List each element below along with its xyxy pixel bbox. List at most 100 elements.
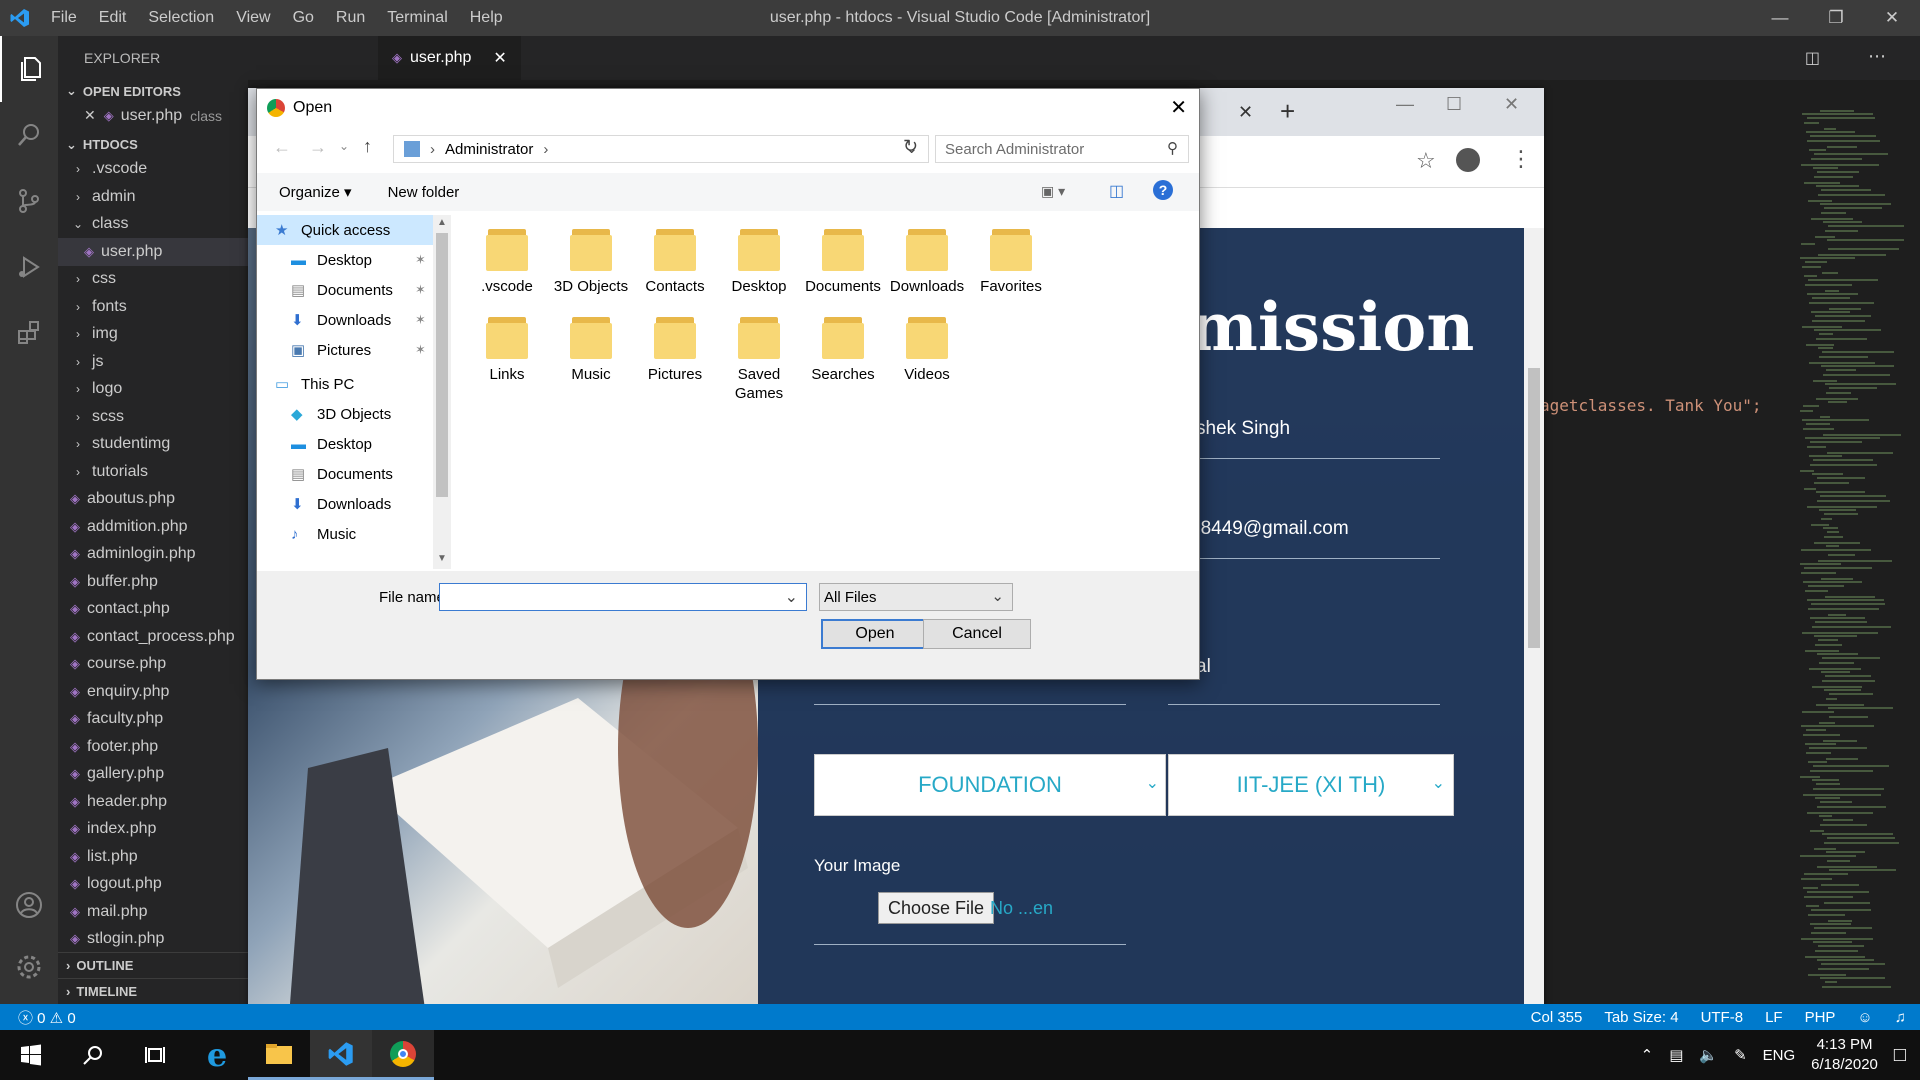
extensions-icon[interactable] xyxy=(0,300,58,366)
up-arrow-icon[interactable]: ↑ xyxy=(363,136,372,157)
minimize-icon[interactable]: — xyxy=(1752,0,1808,36)
tree-item[interactable]: › admin xyxy=(58,183,248,211)
menu-file[interactable]: File xyxy=(40,9,88,27)
close-tab-icon[interactable]: ✕ xyxy=(1238,102,1253,123)
settings-gear-icon[interactable] xyxy=(0,934,58,1000)
close-icon[interactable]: ✕ xyxy=(1170,95,1187,120)
tree-item[interactable]: › js xyxy=(58,348,248,376)
nav-item[interactable]: ⬇ Downloads ✶ xyxy=(257,305,437,335)
tree-item[interactable]: ◈ adminlogin.php xyxy=(58,541,248,569)
nav-item[interactable]: ▭ This PC xyxy=(257,369,437,399)
new-tab-icon[interactable]: + xyxy=(1280,96,1295,127)
nav-item[interactable]: ★ Quick access xyxy=(257,215,437,245)
folder-item[interactable]: Pictures xyxy=(633,313,717,384)
recent-locations-icon[interactable]: ⌄ xyxy=(339,139,349,153)
nav-item[interactable]: ♪ Music xyxy=(257,519,437,549)
nav-item[interactable]: ▤ Documents ✶ xyxy=(257,275,437,305)
close-icon[interactable]: ✕ xyxy=(1864,0,1920,36)
tree-item[interactable]: ◈ header.php xyxy=(58,788,248,816)
scroll-down-icon[interactable]: ▼ xyxy=(437,553,447,564)
tree-item[interactable]: ◈ course.php xyxy=(58,651,248,679)
status-item[interactable]: Col 355 xyxy=(1531,1009,1583,1026)
close-icon[interactable]: ✕ xyxy=(493,48,506,68)
open-editors-section[interactable]: ⌄ OPEN EDITORS xyxy=(58,80,248,102)
language-indicator[interactable]: ENG xyxy=(1763,1047,1796,1064)
menu-selection[interactable]: Selection xyxy=(137,9,225,27)
scroll-up-icon[interactable]: ▲ xyxy=(437,217,447,228)
accounts-icon[interactable] xyxy=(0,872,58,938)
cancel-button[interactable]: Cancel xyxy=(923,619,1031,649)
folder-item[interactable]: Desktop xyxy=(717,225,801,296)
file-name-input[interactable]: ⌄ xyxy=(439,583,807,611)
status-item[interactable]: UTF-8 xyxy=(1701,1009,1744,1026)
outline-section[interactable]: › OUTLINE xyxy=(58,952,248,978)
folder-item[interactable]: 3D Objects xyxy=(549,225,633,296)
address-breadcrumb[interactable]: Administrator xyxy=(445,141,533,158)
name-field-value[interactable]: shek Singh xyxy=(1196,418,1290,440)
tree-item[interactable]: › css xyxy=(58,266,248,294)
new-folder-button[interactable]: New folder xyxy=(388,184,460,201)
source-control-icon[interactable] xyxy=(0,168,58,234)
volume-muted-icon[interactable]: 🔈 xyxy=(1699,1046,1718,1064)
choose-file-button[interactable]: Choose File xyxy=(878,892,995,924)
tree-item[interactable]: › fonts xyxy=(58,293,248,321)
tree-item[interactable]: ◈ aboutus.php xyxy=(58,486,248,514)
nav-scrollbar[interactable]: ▲ ▼ xyxy=(433,215,451,569)
search-input[interactable]: Search Administrator ⚲ xyxy=(935,135,1189,163)
notification-bell-icon[interactable]: ♫ xyxy=(1895,1009,1906,1026)
address-bar[interactable]: › Administrator › ⌄ xyxy=(393,135,929,163)
bookmark-star-icon[interactable]: ☆ xyxy=(1416,148,1436,174)
folder-item[interactable]: Searches xyxy=(801,313,885,384)
show-hidden-icons-icon[interactable]: ⌃ xyxy=(1641,1046,1654,1064)
tree-item[interactable]: ◈ contact_process.php xyxy=(58,623,248,651)
tree-item[interactable]: ◈ addmition.php xyxy=(58,513,248,541)
scrollbar-thumb[interactable] xyxy=(1528,368,1540,648)
course-select[interactable]: FOUNDATION ⌄ xyxy=(814,754,1166,816)
nav-item[interactable]: ▬ Desktop ✶ xyxy=(257,245,437,275)
folder-item[interactable]: Documents xyxy=(801,225,885,296)
explorer-icon[interactable] xyxy=(0,36,58,102)
folder-item[interactable]: .vscode xyxy=(465,225,549,296)
chrome-taskbar-icon[interactable] xyxy=(372,1030,434,1080)
open-editor-item[interactable]: ✕ ◈ user.php class xyxy=(58,102,248,130)
minimize-icon[interactable]: — xyxy=(1396,94,1414,115)
open-button[interactable]: Open xyxy=(821,619,929,649)
tab-user-php[interactable]: ◈ user.php ✕ xyxy=(378,36,521,80)
back-arrow-icon[interactable]: ← xyxy=(273,137,291,158)
file-explorer-icon[interactable] xyxy=(248,1030,310,1080)
tree-item[interactable]: ◈ enquiry.php xyxy=(58,678,248,706)
tree-item[interactable]: ◈ footer.php xyxy=(58,733,248,761)
tree-item[interactable]: ◈ contact.php xyxy=(58,596,248,624)
menu-terminal[interactable]: Terminal xyxy=(376,9,458,27)
search-icon[interactable] xyxy=(0,102,58,168)
folder-item[interactable]: Links xyxy=(465,313,549,384)
nav-item[interactable]: ▬ Desktop xyxy=(257,429,437,459)
nav-item[interactable]: ⬇ Downloads xyxy=(257,489,437,519)
tree-item[interactable]: › studentimg xyxy=(58,431,248,459)
problems-indicator[interactable]: ⓧ 0 ⚠ 0 xyxy=(18,1007,76,1028)
minimap[interactable] xyxy=(1796,110,1920,1004)
code-fragment[interactable]: agetclasses. Tank You"; xyxy=(1540,396,1762,415)
nav-item[interactable]: ▤ Documents xyxy=(257,459,437,489)
more-actions-icon[interactable]: ⋯ xyxy=(1868,46,1886,67)
tree-item[interactable]: › img xyxy=(58,321,248,349)
tree-item[interactable]: ◈ logout.php xyxy=(58,871,248,899)
scrollbar-thumb[interactable] xyxy=(436,233,448,497)
folder-item[interactable]: Downloads xyxy=(885,225,969,296)
tree-item[interactable]: › scss xyxy=(58,403,248,431)
run-debug-icon[interactable] xyxy=(0,234,58,300)
taskbar-search-icon[interactable] xyxy=(62,1030,124,1080)
workspace-section[interactable]: ⌄ HTDOCS xyxy=(58,134,248,156)
menu-help[interactable]: Help xyxy=(459,9,514,27)
task-view-icon[interactable] xyxy=(124,1030,186,1080)
menu-go[interactable]: Go xyxy=(282,9,325,27)
windows-start-icon[interactable] xyxy=(0,1030,62,1080)
tree-item[interactable]: ⌄ class xyxy=(58,211,248,239)
menu-view[interactable]: View xyxy=(225,9,281,27)
page-scrollbar[interactable] xyxy=(1524,228,1544,1030)
organize-button[interactable]: Organize ▾ xyxy=(279,183,352,201)
browser-menu-icon[interactable]: ⋮ xyxy=(1510,146,1532,172)
class-select[interactable]: IIT-JEE (XI TH) ⌄ xyxy=(1168,754,1454,816)
nav-item[interactable]: ◆ 3D Objects xyxy=(257,399,437,429)
close-icon[interactable]: ✕ xyxy=(84,107,96,124)
